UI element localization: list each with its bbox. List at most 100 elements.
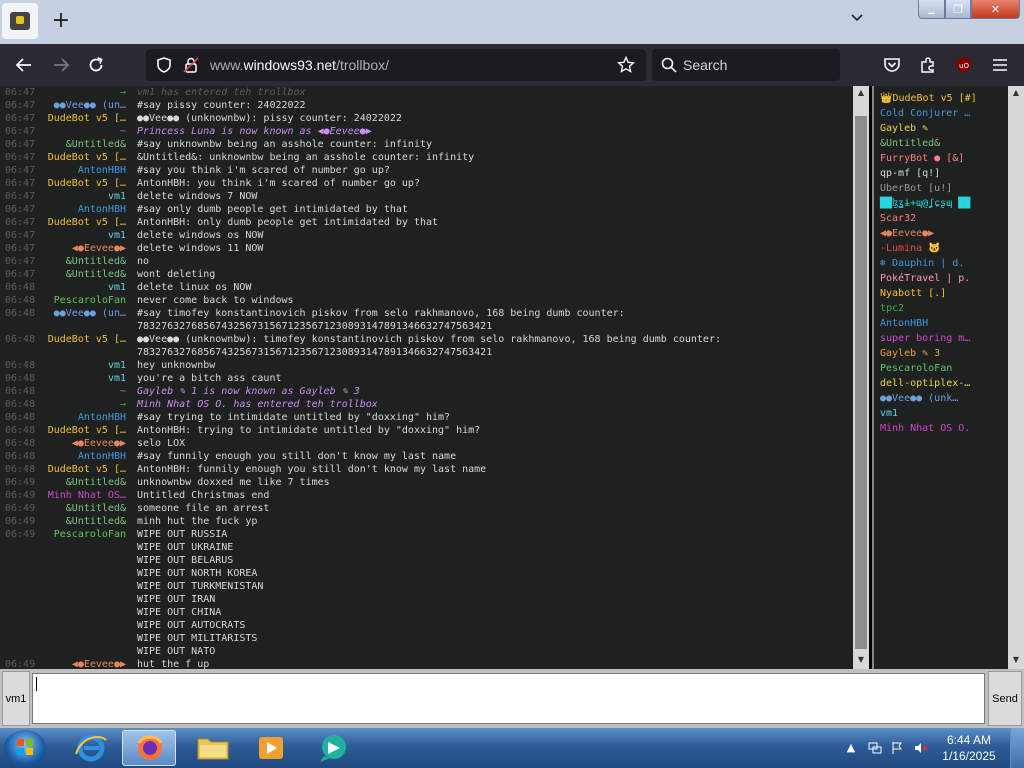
user-list-item[interactable]: ◀●Eevee●▶	[880, 227, 934, 241]
chat-scrollbar[interactable]: ▲ ▼	[853, 86, 869, 669]
message-nickname[interactable]: ●●Vee●● (un…	[40, 307, 126, 320]
message-nickname[interactable]: DudeBot v5 […	[40, 333, 126, 346]
user-list-item[interactable]: PescaroloFan	[880, 362, 952, 376]
back-button[interactable]	[11, 52, 37, 78]
user-list-item[interactable]: ❄ Dauphin | d.	[880, 257, 964, 271]
message-nickname[interactable]: →	[40, 86, 126, 99]
message-nickname[interactable]: DudeBot v5 […	[40, 177, 126, 190]
message-nickname[interactable]: DudeBot v5 […	[40, 216, 126, 229]
action-center-flag-icon[interactable]	[890, 741, 904, 755]
network-icon[interactable]	[868, 741, 882, 755]
user-list-item[interactable]: UberBot [u!]	[880, 182, 952, 196]
chat-scrollbar-thumb[interactable]	[855, 116, 867, 649]
lock-icon[interactable]	[182, 56, 200, 74]
message-nickname[interactable]: →	[40, 398, 126, 411]
message-nickname[interactable]: ●●Vee●● (un…	[40, 99, 126, 112]
user-list-item[interactable]: FurryBot ● [&]	[880, 152, 964, 166]
new-tab-button[interactable]: +	[50, 8, 72, 34]
message-nickname[interactable]: PescaroloFan	[40, 528, 126, 541]
message-nickname[interactable]: DudeBot v5 […	[40, 151, 126, 164]
message-nickname[interactable]: vm1	[40, 281, 126, 294]
user-list-item[interactable]: super boring m…	[880, 332, 970, 346]
list-all-tabs-button[interactable]	[846, 10, 868, 32]
user-list-item[interactable]: ●●Vee●● (unk…	[880, 392, 958, 406]
user-list-item[interactable]: Gayleb ✎	[880, 122, 928, 136]
scroll-up-icon[interactable]: ▲	[1008, 88, 1024, 100]
message-nickname[interactable]: DudeBot v5 […	[40, 424, 126, 437]
message-nickname[interactable]: &Untitled&	[40, 476, 126, 489]
user-list-item[interactable]: &Untitled&	[880, 137, 940, 151]
message-nickname[interactable]: &Untitled&	[40, 268, 126, 281]
scroll-up-icon[interactable]: ▲	[853, 88, 869, 100]
user-list-item[interactable]: dell-optiplex-…	[880, 377, 970, 391]
message-nickname[interactable]: vm1	[40, 229, 126, 242]
user-list-item[interactable]: AntonHBH	[880, 317, 928, 331]
message-nickname[interactable]: AntonHBH	[40, 450, 126, 463]
start-button[interactable]	[4, 730, 46, 766]
address-bar[interactable]: www.windows93.net/trollbox/	[146, 49, 646, 81]
clock-time[interactable]: 6:44 AM	[938, 733, 1000, 747]
user-list-item[interactable]: -Lumina 🐱	[880, 242, 941, 256]
browser-tab-trollbox[interactable]	[2, 3, 38, 39]
message-nickname[interactable]: ~	[40, 385, 126, 398]
message-nickname[interactable]: ◀●Eevee●▶	[40, 242, 126, 255]
user-list-scrollbar[interactable]: ▲ ▼	[1008, 86, 1024, 669]
menu-button[interactable]	[987, 52, 1013, 78]
user-list-item[interactable]: Gayleb ✎ 3	[880, 347, 940, 361]
message-nickname[interactable]: ◀●Eevee●▶	[40, 437, 126, 450]
user-list-item[interactable]: ██ɮʓɨ+ɰ@ʆɕʂɰ ██	[880, 197, 970, 211]
taskbar-media-player[interactable]	[244, 730, 298, 766]
minimize-button[interactable]: ▁	[918, 0, 945, 19]
shield-icon[interactable]	[155, 56, 173, 74]
message-nickname[interactable]: vm1	[40, 372, 126, 385]
taskbar-file-explorer[interactable]	[186, 730, 240, 766]
send-button[interactable]: Send	[988, 671, 1022, 726]
url-text[interactable]: www.windows93.net/trollbox/	[210, 57, 389, 73]
message-nickname[interactable]: Minh Nhat OS…	[40, 489, 126, 502]
message-nickname[interactable]: AntonHBH	[40, 203, 126, 216]
message-nickname[interactable]: AntonHBH	[40, 164, 126, 177]
user-list-item[interactable]: tpc2	[880, 302, 904, 316]
message-nickname[interactable]: &Untitled&	[40, 255, 126, 268]
message-nickname[interactable]: PescaroloFan	[40, 294, 126, 307]
user-list-item[interactable]: Nyabott [.]	[880, 287, 946, 301]
message-input[interactable]	[32, 673, 985, 724]
message-nickname[interactable]: AntonHBH	[40, 411, 126, 424]
show-desktop-button[interactable]	[1010, 728, 1024, 768]
user-list-item[interactable]: Cold Conjurer …	[880, 107, 970, 121]
bookmark-star-icon[interactable]	[617, 56, 635, 74]
message-nickname[interactable]: DudeBot v5 […	[40, 112, 126, 125]
message-nickname[interactable]: vm1	[40, 359, 126, 372]
ublock-origin-button[interactable]: uO	[951, 52, 977, 78]
chat-log[interactable]: 06:47 → vm1 has entered teh trollbox 06:47 ●…	[0, 86, 853, 669]
user-list-item[interactable]: PokéTravel | p.	[880, 272, 970, 286]
reload-button[interactable]	[83, 52, 109, 78]
user-list-item[interactable]: Minh Nhat OS O.	[880, 422, 970, 436]
close-button[interactable]: ✕	[971, 0, 1020, 19]
search-input[interactable]: Search	[652, 49, 840, 81]
maximize-button[interactable]: ❐	[945, 0, 971, 19]
scroll-down-icon[interactable]: ▼	[853, 655, 869, 667]
message-nickname[interactable]: &Untitled&	[40, 502, 126, 515]
message-nickname[interactable]: vm1	[40, 190, 126, 203]
nickname-button[interactable]: vm1	[2, 671, 30, 726]
pocket-button[interactable]	[879, 52, 905, 78]
user-list-item[interactable]: vm1	[880, 407, 898, 421]
taskbar-chat-app[interactable]	[306, 730, 360, 766]
user-list-item[interactable]: Scar32	[880, 212, 916, 226]
clock-date[interactable]: 1/16/2025	[938, 749, 1000, 763]
message-nickname[interactable]: DudeBot v5 […	[40, 463, 126, 476]
message-nickname[interactable]: ◀●Eevee●▶	[40, 658, 126, 669]
user-list-item[interactable]: 👑DudeBot v5 [#]	[880, 92, 977, 106]
user-list-item[interactable]: qp-mf [q!]	[880, 167, 940, 181]
message-nickname[interactable]: &Untitled&	[40, 138, 126, 151]
taskbar-firefox[interactable]	[122, 730, 176, 766]
volume-muted-icon[interactable]	[914, 741, 928, 755]
message-nickname[interactable]: ~	[40, 125, 126, 138]
message-nickname[interactable]: &Untitled&	[40, 515, 126, 528]
scroll-down-icon[interactable]: ▼	[1008, 655, 1024, 667]
forward-button[interactable]	[48, 52, 74, 78]
extensions-button[interactable]	[915, 52, 941, 78]
taskbar-internet-explorer[interactable]	[64, 730, 118, 766]
show-hidden-icons-icon[interactable]: ▲	[844, 741, 858, 755]
